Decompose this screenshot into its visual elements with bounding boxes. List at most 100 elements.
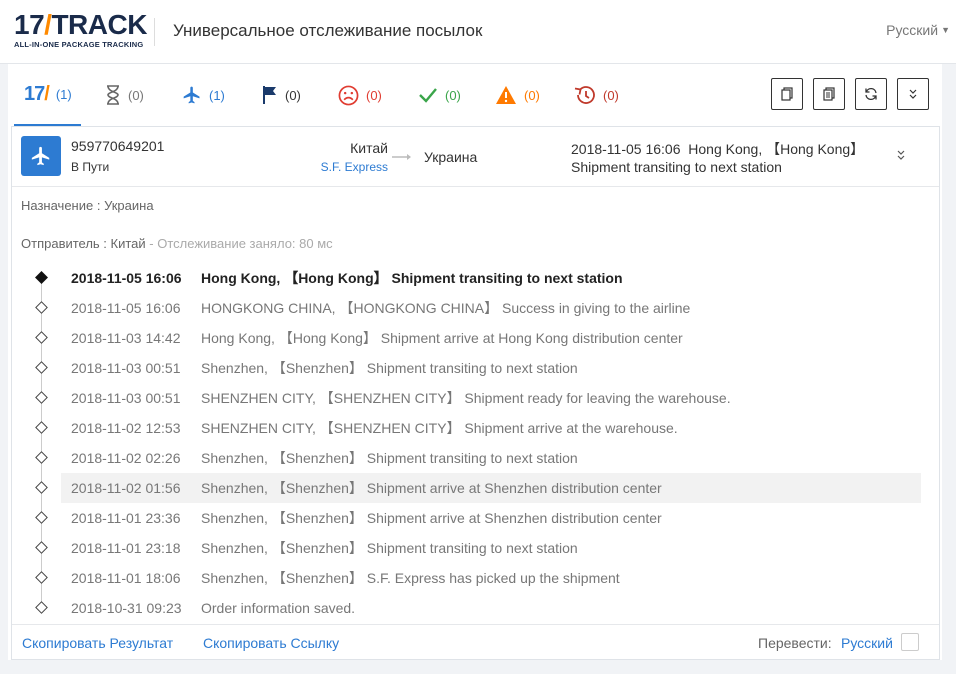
event-time: 2018-11-02 12:53: [71, 420, 181, 436]
event-time: 2018-11-01 18:06: [71, 570, 181, 586]
event-description: Shenzhen, 【Shenzhen】 S.F. Express has pi…: [201, 570, 620, 586]
copy-all-button[interactable]: [813, 78, 845, 110]
copy-all-icon: [823, 87, 835, 101]
copy-button[interactable]: [771, 78, 803, 110]
tab-all[interactable]: 17/ (1): [14, 64, 81, 126]
page-title: Универсальное отслеживание посылок: [173, 21, 483, 40]
event-time: 2018-11-03 14:42: [71, 330, 181, 346]
event-row: 2018-11-02 02:26 Shenzhen, 【Shenzhen】 Shi…: [61, 443, 921, 473]
event-time: 2018-11-01 23:18: [71, 540, 181, 556]
destination-country: Украина: [424, 149, 478, 165]
destination-info: Назначение : Украина: [21, 198, 154, 213]
tab-in-transit[interactable]: (1): [182, 64, 225, 126]
event-row: 2018-11-03 00:51 SHENZHEN CITY, 【SHENZHEN…: [61, 383, 921, 413]
sender-label: Отправитель : Китай: [21, 236, 146, 251]
event-time: 2018-11-03 00:51: [71, 360, 181, 376]
17-logo-icon: 17/: [24, 82, 50, 105]
refresh-button[interactable]: [855, 78, 887, 110]
translate-language[interactable]: Русский: [841, 635, 893, 651]
collapse-all-icon: [909, 89, 917, 99]
event-time: 2018-11-02 01:56: [71, 480, 181, 496]
tab-count: (0): [285, 87, 301, 103]
warning-icon: [496, 86, 516, 104]
tab-count: (0): [445, 87, 461, 103]
event-time: 2018-11-01 23:36: [71, 510, 181, 526]
event-row: 2018-10-31 09:23 Order information saved.: [61, 593, 921, 623]
timeline-dot-icon: [35, 571, 48, 584]
tab-expired[interactable]: (0): [574, 64, 619, 126]
event-description: Hong Kong, 【Hong Kong】 Shipment arrive a…: [201, 330, 683, 346]
event-row: 2018-11-01 23:18 Shenzhen, 【Shenzhen】 Shi…: [61, 533, 921, 563]
event-description: Hong Kong, 【Hong Kong】 Shipment transiti…: [201, 270, 623, 286]
timeline-dot-icon: [35, 301, 48, 314]
timeline-dot-icon: [35, 331, 48, 344]
translate-label: Перевести:: [758, 635, 832, 651]
carrier-link[interactable]: S.F. Express: [321, 160, 388, 174]
event-time: 2018-10-31 09:23: [71, 600, 182, 616]
event-description: Order information saved.: [201, 600, 356, 616]
17track-logo[interactable]: 17/TRACK ALL-IN-ONE PACKAGE TRACKING: [14, 11, 147, 51]
copy-icon: [781, 87, 793, 101]
event-description: Shenzhen, 【Shenzhen】 Shipment transiting…: [201, 540, 578, 556]
sender-info: Отправитель : Китай - Отслеживание занял…: [21, 236, 333, 251]
event-time: 2018-11-02 02:26: [71, 450, 181, 466]
plane-icon: [31, 146, 50, 166]
plane-icon: [183, 86, 200, 104]
tab-delivered[interactable]: (0): [418, 64, 461, 126]
timeline-line: [41, 274, 42, 604]
history-icon: [574, 86, 595, 104]
collapse-chevron-icon[interactable]: [896, 149, 906, 164]
timeline-dot-icon: [35, 361, 48, 374]
tracking-time: - Отслеживание заняло: 80 мс: [149, 236, 333, 251]
shipment-card: 959770649201 В Пути Китай S.F. Express У…: [11, 126, 940, 660]
status-tabs: 17/ (1) (0) (1) (0) (0) (0) (0) (0): [8, 64, 942, 126]
timeline-dot-current-icon: [35, 271, 48, 284]
language-selector[interactable]: Русский ▼: [886, 22, 950, 38]
card-footer: Скопировать Результат Скопировать Ссылку…: [12, 624, 939, 659]
check-icon: [419, 88, 437, 103]
tab-pickup[interactable]: (0): [262, 64, 301, 126]
event-description: SHENZHEN CITY, 【SHENZHEN CITY】 Shipment …: [201, 420, 678, 436]
timeline-dot-icon: [35, 541, 48, 554]
event-time: 2018-11-05 16:06: [71, 300, 181, 316]
translate-checkbox[interactable]: [901, 633, 919, 651]
event-row: 2018-11-03 14:42 Hong Kong, 【Hong Kong】 S…: [61, 323, 921, 353]
timeline-dot-icon: [35, 601, 48, 614]
tab-undelivered[interactable]: (0): [338, 64, 382, 126]
latest-event-location: Hong Kong, 【Hong Kong】: [688, 141, 865, 157]
event-description: HONGKONG CHINA, 【HONGKONG CHINA】 Success…: [201, 300, 691, 316]
in-transit-status-icon: [21, 136, 61, 176]
sad-face-icon: [338, 85, 359, 105]
event-row: 2018-11-01 23:36 Shenzhen, 【Shenzhen】 Shi…: [61, 503, 921, 533]
tab-alert[interactable]: (0): [495, 64, 540, 126]
copy-link-link[interactable]: Скопировать Ссылку: [203, 635, 339, 651]
event-row: 2018-11-05 16:06 Hong Kong, 【Hong Kong】 S…: [61, 263, 921, 293]
latest-event-time: 2018-11-05 16:06: [571, 141, 681, 157]
results-panel: 17/ (1) (0) (1) (0) (0) (0) (0) (0) 9597…: [8, 64, 942, 660]
tab-not-found[interactable]: (0): [105, 64, 144, 126]
language-label: Русский: [886, 22, 939, 38]
refresh-icon: [865, 87, 877, 101]
tracking-number[interactable]: 959770649201: [71, 138, 164, 154]
event-description: Shenzhen, 【Shenzhen】 Shipment transiting…: [201, 450, 578, 466]
timeline-dot-icon: [35, 451, 48, 464]
collapse-all-button[interactable]: [897, 78, 929, 110]
copy-result-link[interactable]: Скопировать Результат: [22, 635, 173, 651]
event-row: 2018-11-02 01:56 Shenzhen, 【Shenzhen】 Shi…: [61, 473, 921, 503]
timeline-dot-icon: [35, 391, 48, 404]
event-time: 2018-11-05 16:06: [71, 270, 182, 286]
flag-icon: [263, 86, 276, 104]
event-row: 2018-11-01 18:06 Shenzhen, 【Shenzhen】 S.F…: [61, 563, 921, 593]
event-time: 2018-11-03 00:51: [71, 390, 181, 406]
timeline-dot-icon: [35, 511, 48, 524]
logo-tagline: ALL-IN-ONE PACKAGE TRACKING: [14, 40, 144, 49]
tab-count: (0): [366, 87, 382, 103]
event-row: 2018-11-05 16:06 HONGKONG CHINA, 【HONGKON…: [61, 293, 921, 323]
event-row: 2018-11-02 12:53 SHENZHEN CITY, 【SHENZHEN…: [61, 413, 921, 443]
event-description: Shenzhen, 【Shenzhen】 Shipment transiting…: [201, 360, 578, 376]
latest-event-desc: Shipment transiting to next station: [571, 159, 782, 175]
tab-count: (1): [55, 86, 72, 102]
tab-count: (1): [209, 87, 225, 103]
tab-count: (0): [603, 87, 619, 103]
shipment-summary[interactable]: 959770649201 В Пути Китай S.F. Express У…: [12, 127, 939, 187]
